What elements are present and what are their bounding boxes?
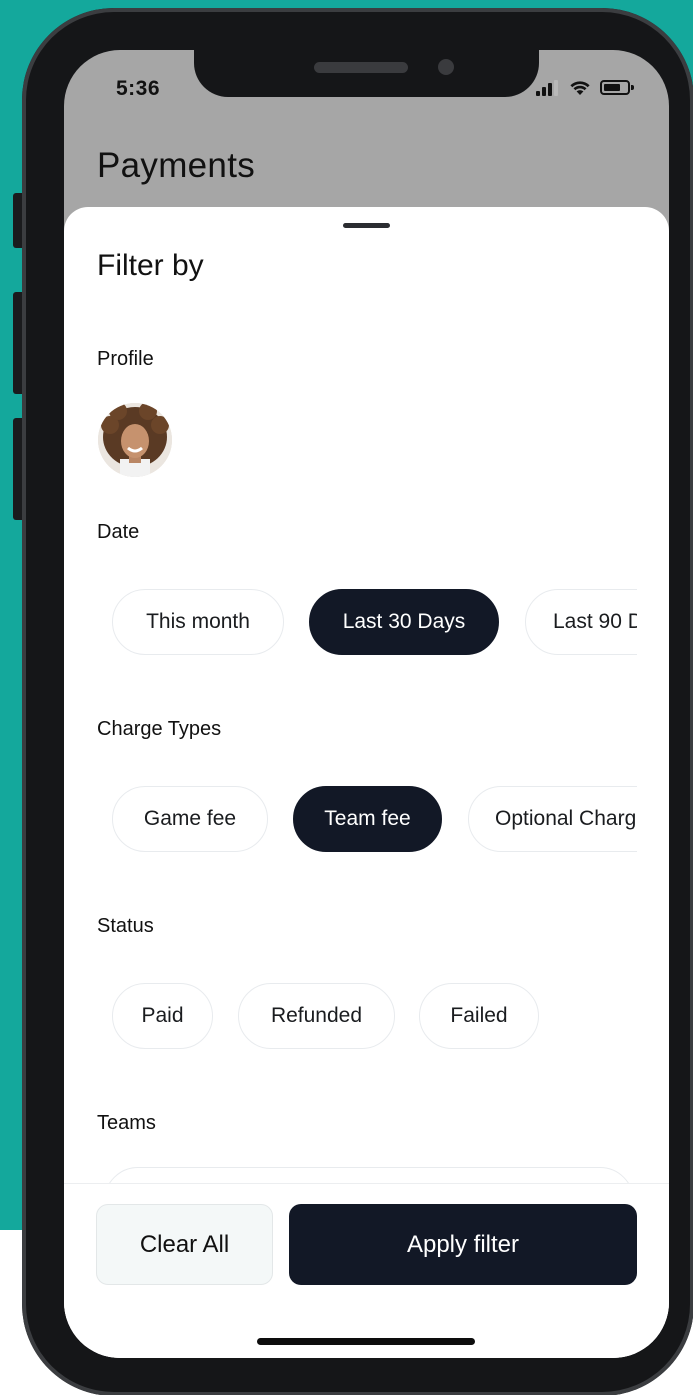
chip-paid[interactable]: Paid <box>112 983 213 1049</box>
profile-label: Profile <box>97 348 154 370</box>
sheet-grabber[interactable] <box>343 223 390 228</box>
chip-refunded[interactable]: Refunded <box>238 983 395 1049</box>
chip-last-90-days[interactable]: Last 90 Days <box>525 589 637 655</box>
avatar-image <box>98 403 172 477</box>
chip-failed[interactable]: Failed <box>419 983 539 1049</box>
signal-icon <box>536 80 562 96</box>
chip-game-fee[interactable]: Game fee <box>112 786 268 852</box>
chip-this-month[interactable]: This month <box>112 589 284 655</box>
charge-types-chip-row: Game fee Team fee Optional Charges <box>64 782 637 854</box>
charge-types-label: Charge Types <box>97 718 222 740</box>
profile-avatar[interactable] <box>98 403 172 477</box>
battery-icon <box>600 80 634 95</box>
phone-screen: 5:36 Payments Filter by Profile Date Thi… <box>64 50 669 1358</box>
status-label: Status <box>97 915 154 937</box>
date-chip-row: This month Last 30 Days Last 90 Days <box>64 585 637 657</box>
filter-footer: Clear All Apply filter <box>64 1183 669 1358</box>
front-camera <box>438 59 454 75</box>
page-title: Payments <box>97 146 256 185</box>
speaker <box>314 62 408 73</box>
notch <box>194 50 539 97</box>
sheet-title: Filter by <box>97 249 204 282</box>
chip-last-30-days[interactable]: Last 30 Days <box>309 589 499 655</box>
teams-label: Teams <box>97 1112 156 1134</box>
chip-optional-charges[interactable]: Optional Charges <box>468 786 637 852</box>
status-chip-row: Paid Refunded Failed <box>64 979 637 1051</box>
wifi-icon <box>570 81 590 95</box>
status-time: 5:36 <box>116 77 161 100</box>
date-label: Date <box>97 521 140 543</box>
chip-team-fee[interactable]: Team fee <box>293 786 442 852</box>
clear-all-button[interactable]: Clear All <box>96 1204 273 1285</box>
apply-filter-button[interactable]: Apply filter <box>289 1204 637 1285</box>
status-icons <box>536 76 646 98</box>
home-indicator[interactable] <box>257 1338 475 1345</box>
